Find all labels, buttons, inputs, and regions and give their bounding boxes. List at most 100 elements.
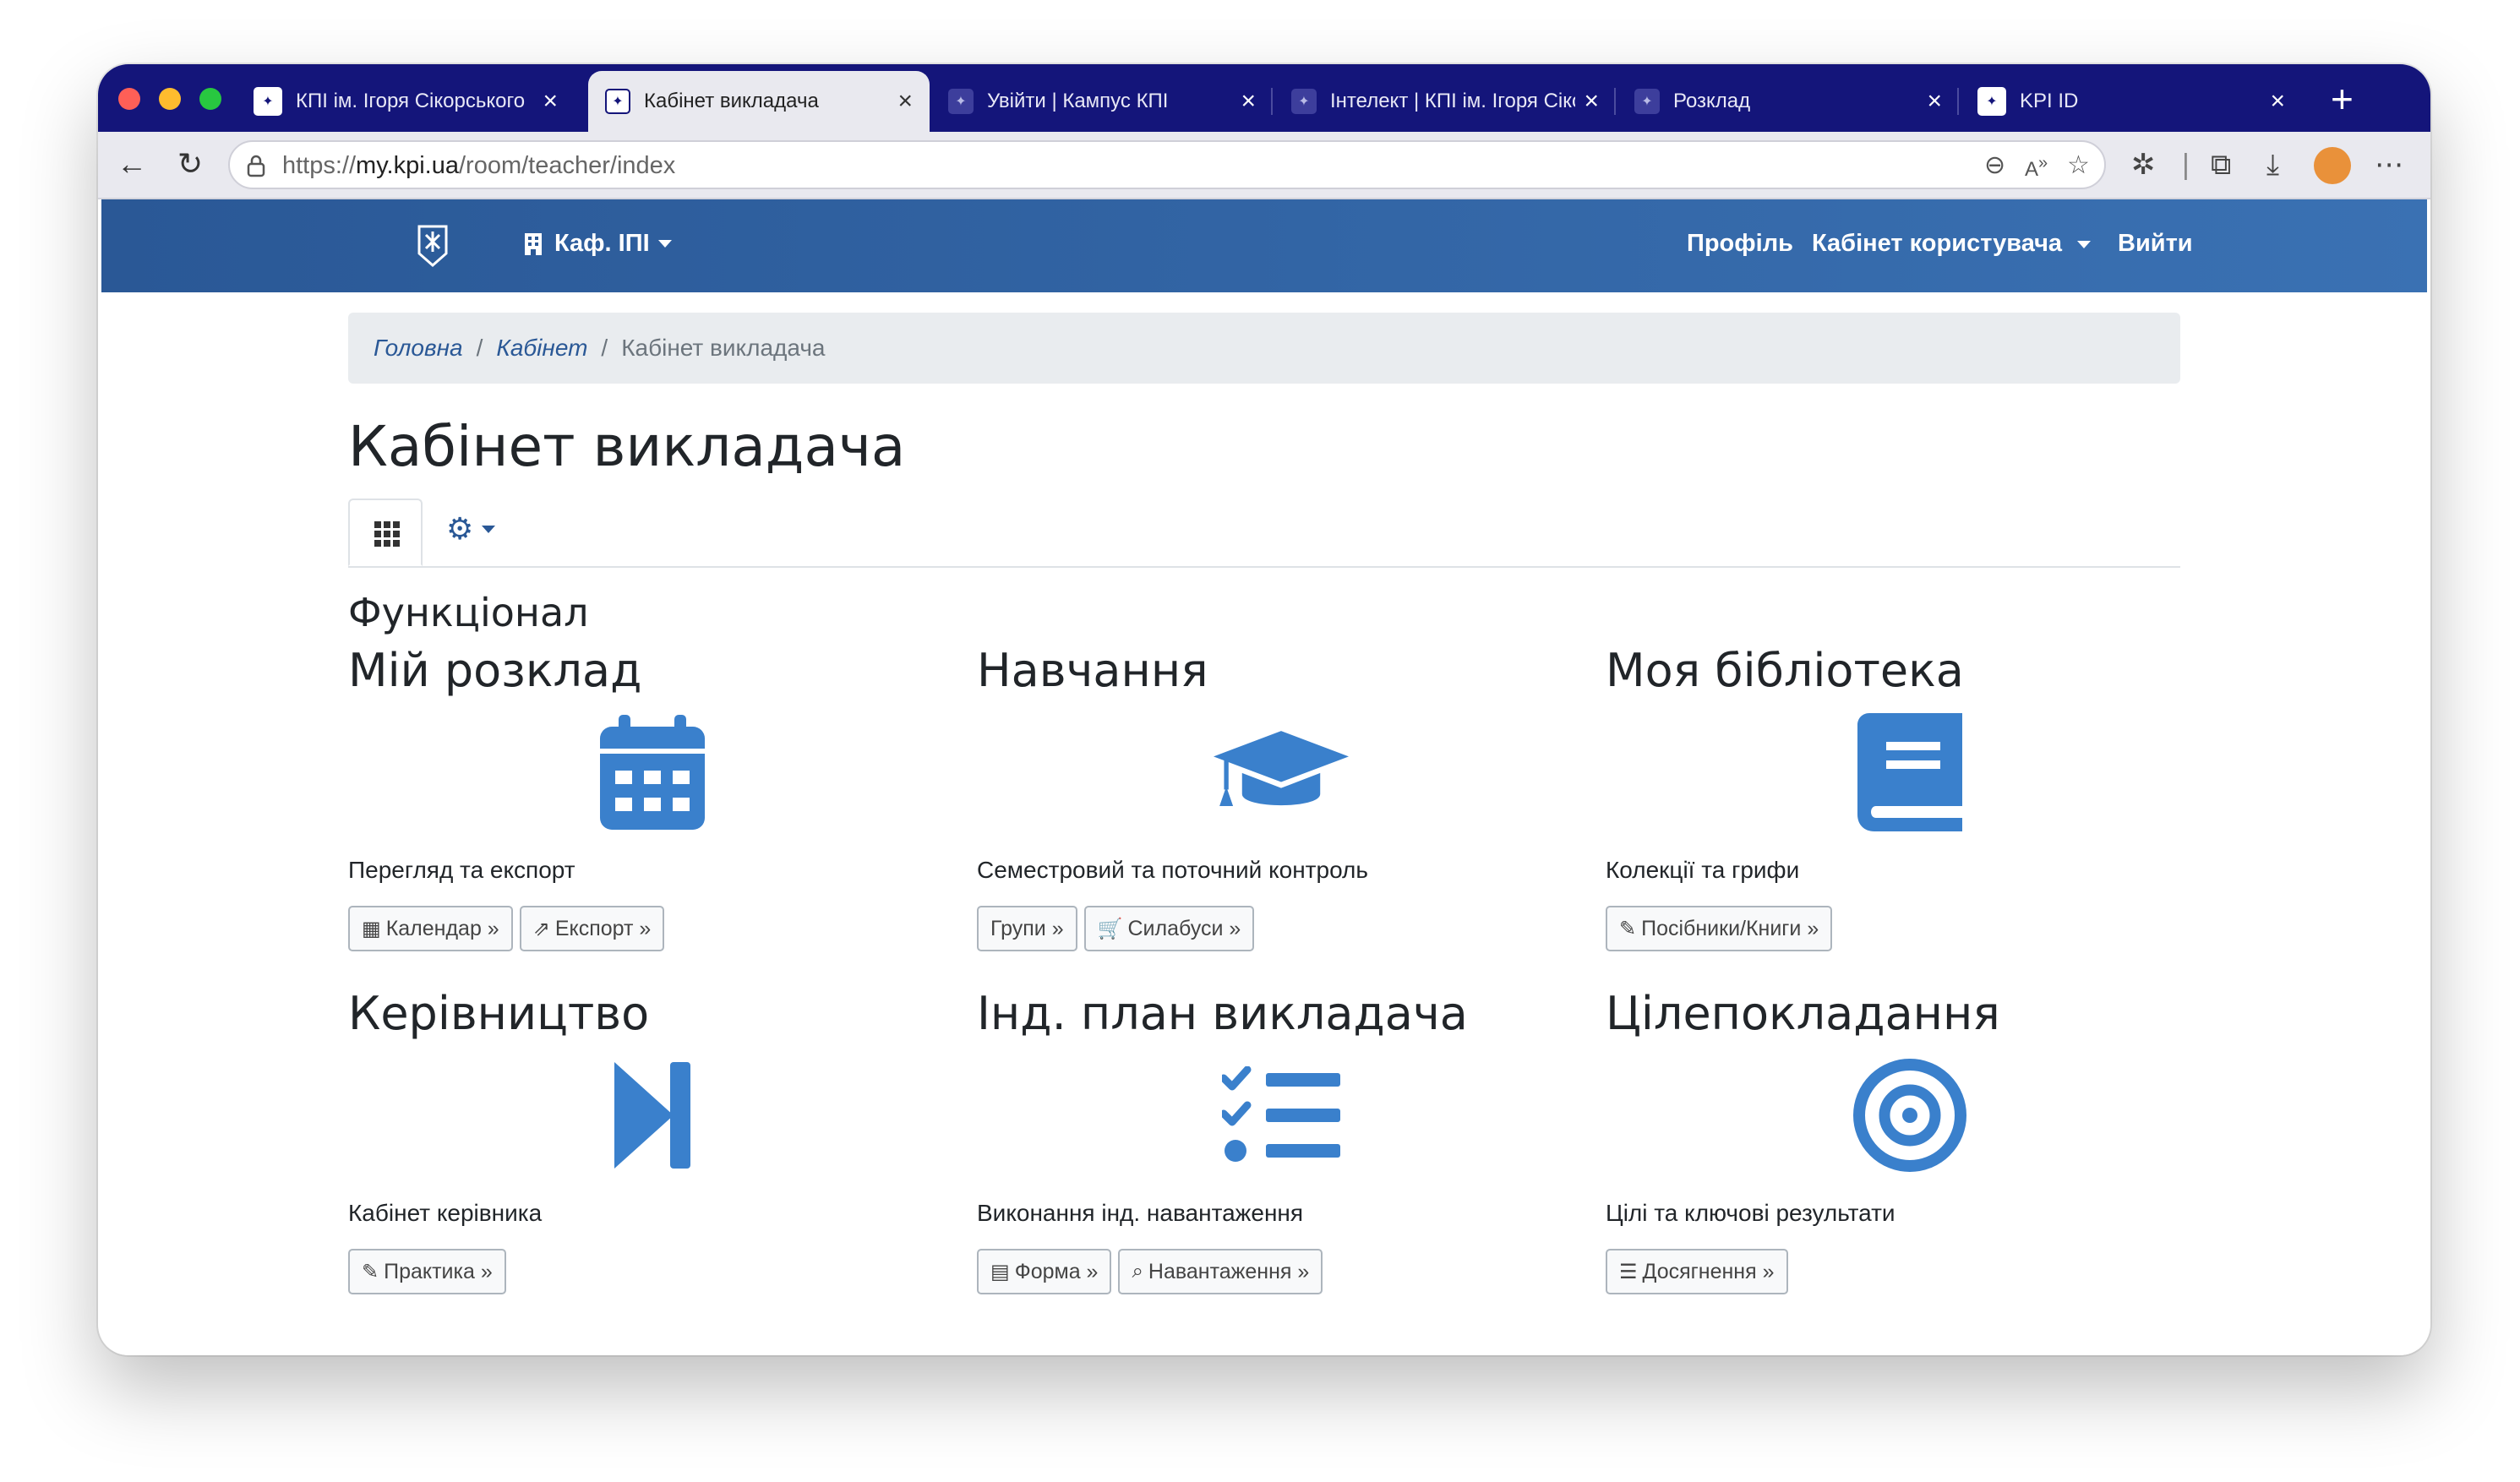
gear-icon: ⚙ — [446, 511, 474, 546]
tab-grid-view[interactable] — [348, 499, 423, 566]
chevron-down-icon — [657, 240, 672, 248]
page-title: Кабінет викладача — [348, 414, 906, 479]
reload-icon[interactable]: ↻ — [177, 147, 203, 181]
department-label: Каф. ІПІ — [554, 230, 650, 257]
read-aloud-icon[interactable]: A» — [2025, 154, 2048, 182]
card-management: Керівництво Кабінет керівника ✎ Практика … — [348, 987, 957, 1325]
maximize-window-button[interactable] — [199, 88, 221, 110]
browser-tab-teacher-cabinet[interactable]: ✦ Кабінет викладача × — [588, 71, 930, 132]
building-icon — [525, 232, 542, 255]
kpi-favicon-icon: ✦ — [1634, 89, 1660, 114]
tab-title: Кабінет викладача — [644, 90, 819, 112]
step-forward-icon — [585, 1056, 720, 1174]
manuals-books-button[interactable]: ✎ Посібники/Книги » — [1606, 906, 1833, 951]
kpi-favicon-icon: ✦ — [1291, 89, 1317, 114]
close-tab-icon[interactable]: × — [543, 89, 558, 114]
card-title: Навчання — [977, 644, 1208, 697]
form-button[interactable]: ▤ Форма » — [977, 1249, 1112, 1294]
back-arrow-icon[interactable]: ← — [117, 147, 147, 181]
window-controls — [118, 88, 221, 110]
lock-icon — [247, 155, 265, 177]
section-title: Функціонал — [348, 590, 589, 635]
calendar-button[interactable]: ▦ Календар » — [348, 906, 513, 951]
close-tab-icon[interactable]: × — [2270, 89, 2285, 114]
share-square-icon: ⇗ — [532, 917, 550, 940]
browser-tab-kpi[interactable]: ✦ КПІ ім. Ігоря Сікорського × — [237, 71, 575, 132]
practice-button[interactable]: ✎ Практика » — [348, 1249, 506, 1294]
view-tabs: ⚙ — [348, 499, 2180, 568]
search-icon: ⌕ — [1132, 1260, 1143, 1283]
card-my-library: Моя бібліотека Колекції та грифи ✎ Посібн… — [1606, 644, 2214, 982]
browser-tab-schedule[interactable]: ✦ Розклад × — [1617, 71, 1959, 132]
edit-icon: ✎ — [1619, 917, 1637, 940]
achievements-button[interactable]: ☰ Досягнення » — [1606, 1249, 1788, 1294]
calendar-icon: ▦ — [362, 917, 381, 940]
close-tab-icon[interactable]: × — [1927, 89, 1942, 114]
breadcrumb-cabinet-link[interactable]: Кабінет — [496, 335, 587, 362]
browser-tab-kpi-id[interactable]: ✦ KPI ID × — [1961, 71, 2302, 132]
card-description: Перегляд та експорт — [348, 857, 575, 883]
kpi-favicon-icon: ✦ — [1977, 87, 2006, 116]
site-navbar: Каф. ІПІ Профіль Кабінет користувача Вий… — [101, 199, 2427, 292]
tab-strip: ✦ КПІ ім. Ігоря Сікорського × ✦ Кабінет … — [98, 64, 2430, 132]
workload-button[interactable]: ⌕ Навантаження » — [1118, 1249, 1323, 1294]
book-icon — [1842, 713, 1977, 831]
card-title: Мій розклад — [348, 644, 642, 697]
browser-tab-campus-login[interactable]: ✦ Увійти | Кампус КПІ × — [931, 71, 1273, 132]
zoom-out-icon[interactable]: ⊖ — [1984, 150, 2005, 180]
syllabi-button[interactable]: 🛒 Силабуси » — [1083, 906, 1255, 951]
profile-avatar[interactable] — [2314, 147, 2351, 184]
collections-icon[interactable]: ⧉ — [2211, 149, 2231, 181]
nav-profile-link[interactable]: Профіль — [1687, 230, 1793, 258]
tab-title: Увійти | Кампус КПІ — [987, 90, 1169, 112]
download-icon[interactable]: ⤓ — [2266, 149, 2279, 181]
breadcrumb-separator: / — [601, 335, 608, 361]
toolbar-divider: | — [2182, 149, 2190, 181]
card-title: Керівництво — [348, 987, 650, 1040]
card-goal-setting: Цілепокладання Цілі та ключові результат… — [1606, 987, 2214, 1325]
breadcrumb-current: Кабінет викладача — [621, 335, 826, 361]
kpi-favicon-icon: ✦ — [605, 89, 630, 114]
card-description: Семестровий та поточний контроль — [977, 857, 1368, 883]
breadcrumb-home-link[interactable]: Головна — [374, 335, 463, 362]
address-bar[interactable]: https://my.kpi.ua/room/teacher/index ⊖ A… — [228, 140, 2106, 189]
nav-logout-link[interactable]: Вийти — [2118, 230, 2193, 258]
tab-settings-dropdown[interactable]: ⚙ — [446, 511, 496, 546]
close-window-button[interactable] — [118, 88, 140, 110]
url-text: https://my.kpi.ua/room/teacher/index — [282, 152, 676, 179]
chevron-down-icon — [482, 525, 496, 533]
target-icon — [1842, 1056, 1977, 1174]
favorite-star-icon[interactable]: ☆ — [2067, 150, 2090, 180]
card-title: Цілепокладання — [1606, 987, 2000, 1040]
tab-title: КПІ ім. Ігоря Сікорського — [296, 90, 526, 112]
close-tab-icon[interactable]: × — [1241, 89, 1256, 114]
kpi-favicon-icon: ✦ — [254, 87, 282, 116]
graduation-cap-icon — [1214, 713, 1349, 831]
kpi-logo-icon[interactable] — [416, 223, 450, 269]
export-button[interactable]: ⇗ Експорт » — [519, 906, 665, 951]
chevron-down-icon — [2077, 240, 2092, 248]
address-toolbar: ← ↻ https://my.kpi.ua/room/teacher/index… — [98, 132, 2430, 199]
new-tab-plus-icon[interactable]: + — [2331, 79, 2354, 118]
shopping-cart-icon: 🛒 — [1097, 917, 1123, 940]
minimize-window-button[interactable] — [159, 88, 181, 110]
extensions-icon[interactable]: ✲ — [2131, 149, 2156, 181]
close-tab-icon[interactable]: × — [1584, 89, 1599, 114]
web-page: Каф. ІПІ Профіль Кабінет користувача Вий… — [101, 199, 2427, 1355]
breadcrumb: Головна / Кабінет / Кабінет викладача — [348, 313, 2180, 384]
browser-tab-intellect[interactable]: ✦ Інтелект | КПІ ім. Ігоря Сікорського × — [1274, 71, 1616, 132]
more-menu-icon[interactable]: ⋯ — [2375, 149, 2403, 181]
department-dropdown[interactable]: Каф. ІПІ — [524, 230, 672, 258]
card-description: Виконання інд. навантаження — [977, 1200, 1304, 1226]
tab-title: Інтелект | КПІ ім. Ігоря Сікорського — [1330, 90, 1575, 112]
close-tab-icon[interactable]: × — [897, 89, 913, 114]
file-icon: ▤ — [990, 1260, 1010, 1283]
list-ol-icon: ☰ — [1619, 1260, 1638, 1283]
user-cabinet-label: Кабінет користувача — [1812, 230, 2063, 257]
card-studies: Навчання Семестровий та поточний контрол… — [977, 644, 1585, 982]
card-my-schedule: Мій розклад Перегляд та експорт ▦ Календа… — [348, 644, 957, 982]
tab-title: KPI ID — [2020, 90, 2079, 112]
groups-button[interactable]: Групи » — [977, 906, 1077, 951]
browser-window: ✦ КПІ ім. Ігоря Сікорського × ✦ Кабінет … — [98, 64, 2430, 1355]
nav-user-cabinet-dropdown[interactable]: Кабінет користувача — [1812, 230, 2092, 258]
